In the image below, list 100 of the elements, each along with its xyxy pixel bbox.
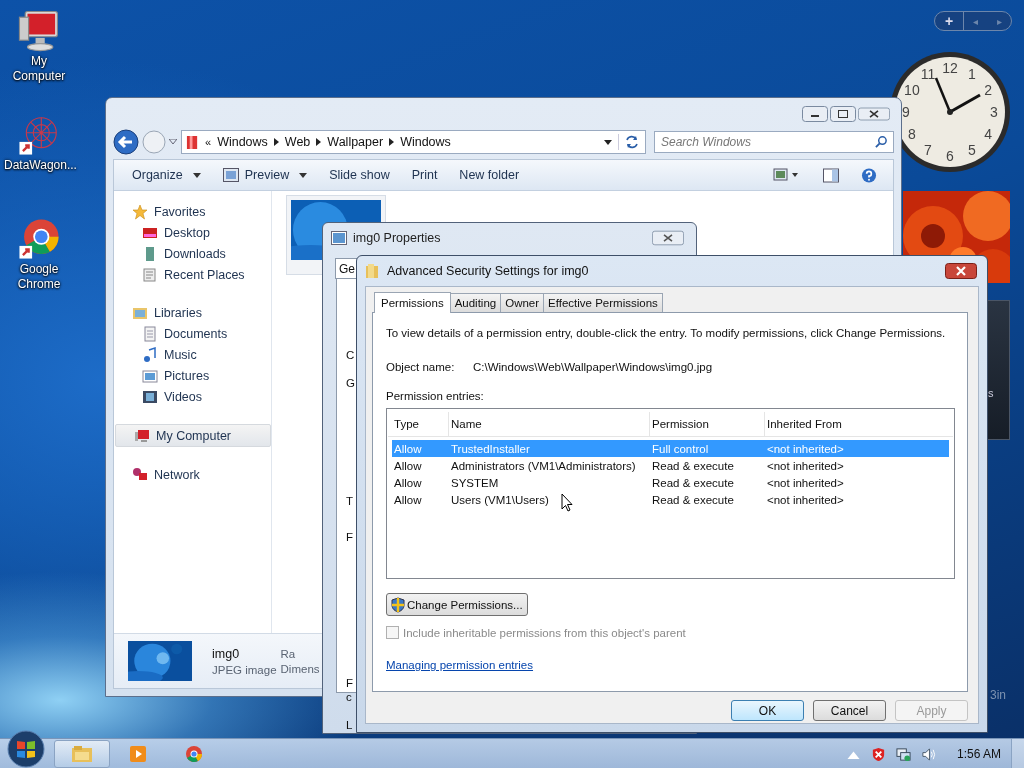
toolbar-button[interactable]: Slide show (321, 168, 398, 182)
minimize-button[interactable] (802, 106, 828, 122)
nav-item[interactable]: Videos (114, 386, 271, 407)
search-field[interactable]: Search Windows (654, 131, 894, 153)
checkbox-label: Include inheritable permissions from this object's parent (403, 626, 686, 639)
desktop-icon-label[interactable]: DataWagon... (4, 158, 74, 173)
nav-item[interactable]: My Computer (115, 424, 271, 447)
close-button[interactable] (858, 106, 890, 122)
tab[interactable]: Owner (500, 293, 545, 312)
change-permissions-button[interactable]: Change Permissions... (386, 593, 528, 616)
breadcrumb-item[interactable]: Wallpaper (327, 135, 384, 149)
nav-item[interactable]: Music (114, 344, 271, 365)
table-cell: Administrators (VM1\Administrators) (451, 459, 636, 472)
clock-numeral: 6 (946, 148, 954, 164)
instruction-text: To view details of a permission entry, double-click the entry. To modify permissions, click Change Permissions. (386, 327, 947, 339)
table-cell: Read & execute (652, 493, 734, 506)
breadcrumb-item[interactable]: Windows (400, 135, 451, 149)
label-text: c (346, 691, 352, 703)
desktop-icon-label[interactable]: My Computer (4, 54, 74, 84)
document-icon (142, 325, 158, 342)
toolbar-button[interactable]: Preview (214, 168, 316, 182)
file-name: img0 (212, 646, 241, 661)
search-icon (875, 135, 888, 148)
chevron-icon[interactable] (389, 138, 395, 146)
computer-icon (134, 427, 150, 444)
dropdown-arrow-icon[interactable] (604, 139, 612, 145)
table-row[interactable]: Allow Users (VM1\Users) Read & execute <not inherited> (392, 491, 949, 508)
table-row[interactable]: Allow Administrators (VM1\Administrators) Read & execute <not inherited> (392, 457, 949, 474)
label-text: F (346, 531, 354, 543)
label-text: T (346, 495, 354, 507)
nav-item[interactable]: Downloads (114, 243, 271, 264)
gadget-text: s (988, 387, 994, 399)
back-button[interactable] (113, 129, 139, 155)
breadcrumb-item[interactable]: Web (284, 135, 311, 149)
label-text: G (346, 377, 355, 389)
chevron-icon[interactable] (273, 138, 279, 146)
nav-item[interactable]: Network (114, 464, 271, 485)
help-icon[interactable] (861, 167, 877, 183)
toolbar-button[interactable]: Print (403, 168, 446, 182)
help-link[interactable]: Managing permission entries (386, 659, 534, 671)
start-button[interactable] (6, 729, 46, 768)
close-button[interactable] (652, 229, 684, 247)
clock-numeral: 2 (984, 82, 992, 98)
play-icon (127, 745, 149, 763)
maximize-button[interactable] (830, 106, 856, 122)
window-title: img0 Properties (353, 231, 442, 245)
table-cell: Allow (394, 459, 422, 472)
star-icon (132, 203, 148, 220)
chrome-icon (183, 745, 205, 763)
detail-label: Ra (280, 647, 297, 660)
table-cell: Allow (394, 493, 422, 506)
clock-time[interactable]: 1:56 AM (956, 747, 1001, 761)
table-cell: <not inherited> (767, 493, 844, 506)
nav-item[interactable]: Desktop (114, 222, 271, 243)
tab[interactable]: Permissions (374, 292, 451, 313)
overflow-chevron[interactable]: « (205, 136, 212, 148)
clock-numeral: 12 (942, 60, 958, 76)
table-row[interactable]: Allow SYSTEM Read & execute <not inherited> (392, 474, 949, 491)
shield-icon[interactable] (870, 746, 886, 762)
dialog-button[interactable]: Cancel (813, 700, 886, 721)
column-header[interactable]: Permission (650, 412, 765, 436)
nav-item[interactable]: Favorites (114, 201, 271, 222)
address-bar[interactable]: « Windows Web Wallpaper Windows (181, 130, 646, 154)
view-options-icon[interactable] (773, 168, 799, 182)
chrome-icon[interactable] (16, 216, 62, 262)
tab[interactable]: Auditing (449, 293, 502, 312)
entries-label: Permission entries: (386, 390, 485, 402)
shield-icon (391, 596, 405, 613)
close-button[interactable] (945, 263, 977, 279)
add-gadget-button[interactable]: + (935, 12, 964, 30)
folder-icon (186, 134, 199, 150)
nav-item[interactable]: Documents (114, 323, 271, 344)
clock-numeral: 1 (968, 65, 976, 82)
table-cell: <not inherited> (767, 476, 844, 489)
picture-icon (142, 367, 158, 384)
label-text: L (346, 719, 353, 731)
recent-places-icon (142, 266, 158, 283)
desktop-icon-label[interactable]: Google Chrome (4, 262, 74, 292)
nav-item[interactable]: Pictures (114, 365, 271, 386)
table-cell: SYSTEM (451, 476, 499, 489)
clock-numeral: 9 (902, 104, 910, 120)
toolbar-button[interactable]: Organize (124, 168, 209, 182)
column-header[interactable]: Name (449, 412, 650, 436)
nav-item[interactable]: Recent Places (114, 264, 271, 285)
column-header[interactable]: Inherited From (765, 412, 949, 436)
toolbar-button[interactable]: New folder (451, 168, 528, 182)
music-note-icon (142, 346, 158, 363)
chevron-icon[interactable] (316, 138, 322, 146)
clock-numeral: 8 (908, 126, 916, 142)
dialog-button[interactable]: OK (731, 700, 804, 721)
nav-item[interactable]: Libraries (114, 302, 271, 323)
tab[interactable]: Effective Permissions (543, 293, 663, 312)
preview-pane-icon[interactable] (823, 167, 839, 183)
network-icon[interactable] (895, 746, 911, 762)
column-header[interactable]: Type (392, 412, 449, 436)
table-cell: Allow (394, 476, 422, 489)
breadcrumb-item[interactable]: Windows (217, 135, 268, 149)
table-cell: <not inherited> (767, 442, 844, 455)
volume-icon[interactable] (920, 746, 936, 762)
caret-icon[interactable] (169, 139, 177, 145)
